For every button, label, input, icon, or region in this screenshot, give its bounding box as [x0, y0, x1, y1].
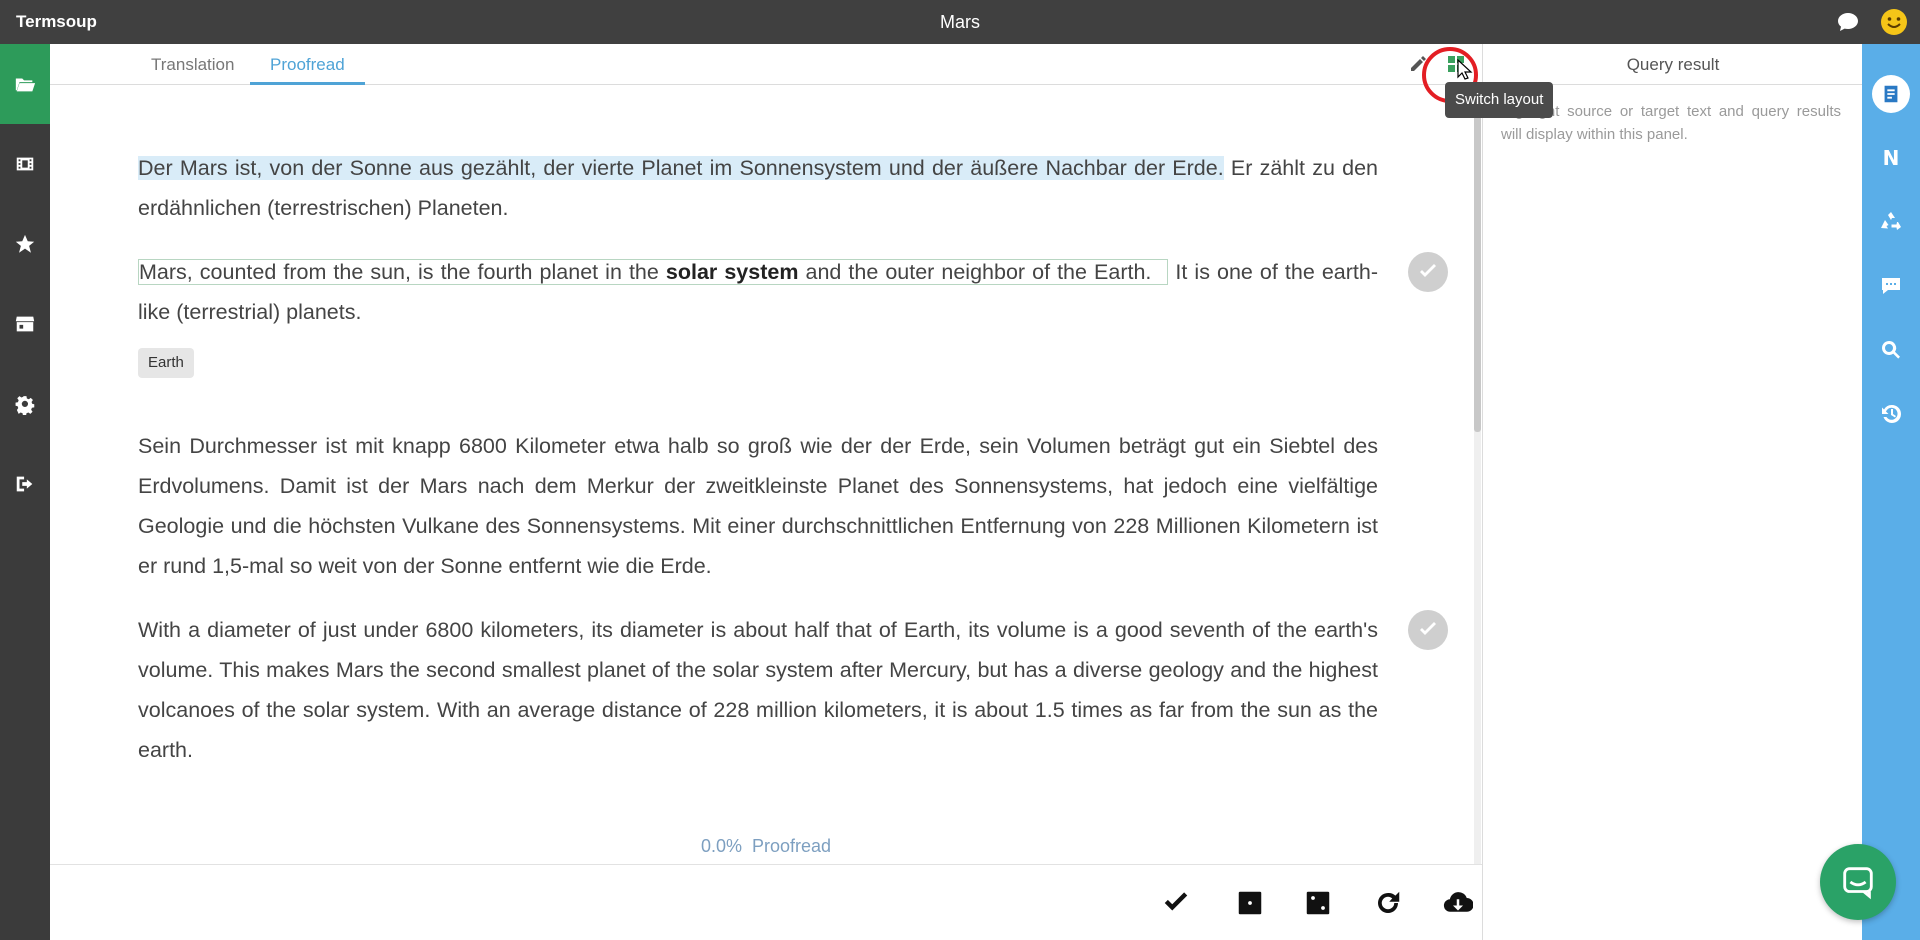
film-icon	[16, 157, 34, 171]
scrollbar-thumb[interactable]	[1474, 102, 1481, 432]
segment-1-target-text-a: Mars, counted from the sun, is the fourt…	[139, 260, 666, 284]
square-dot-icon	[1238, 891, 1262, 915]
switch-layout-tooltip: Switch layout	[1445, 82, 1554, 118]
support-chat-button[interactable]	[1820, 844, 1896, 920]
confirm-all-button[interactable]	[1160, 887, 1192, 919]
progress-percent: 0.0%	[700, 836, 742, 856]
term-tag[interactable]: Earth	[138, 348, 194, 378]
download-button[interactable]	[1442, 887, 1474, 919]
segment-2-source[interactable]: Sein Durchmesser ist mit knapp 6800 Kilo…	[138, 426, 1378, 590]
tab-proofread[interactable]: Proofread	[250, 44, 365, 85]
progress-label: Proofread	[751, 836, 832, 856]
n-letter-icon: N	[1882, 146, 1900, 170]
right-sidebar-notes[interactable]	[1862, 62, 1920, 126]
app-name: Termsoup	[16, 12, 97, 31]
confirm-segment-2-button[interactable]	[1408, 610, 1448, 650]
segment-1-source[interactable]: Der Mars ist, von der Sonne aus gezählt,…	[138, 148, 1378, 230]
progress-indicator: 0.0% Proofread	[50, 836, 1482, 860]
chat-icon[interactable]	[1836, 10, 1860, 34]
star-icon	[15, 234, 35, 253]
check-icon	[1420, 264, 1436, 277]
sidebar-item-documents[interactable]	[0, 44, 50, 124]
sidebar-item-settings[interactable]	[0, 364, 50, 444]
history-icon	[1882, 404, 1901, 423]
tab-translation[interactable]: Translation	[131, 44, 254, 85]
bottom-toolbar	[50, 864, 1482, 940]
segment-1-target[interactable]: Mars, counted from the sun, is the fourt…	[138, 252, 1378, 334]
cloud-download-icon	[1443, 892, 1473, 912]
sidebar-item-logout[interactable]	[0, 444, 50, 524]
check-icon	[1420, 622, 1436, 635]
segment-1-source-highlight: Der Mars ist, von der Sonne aus gezählt,…	[138, 156, 1224, 180]
query-result-title: Query result	[1483, 44, 1863, 85]
gear-icon	[15, 396, 35, 415]
folder-open-icon	[15, 78, 36, 92]
segment-1-target-text-b: and the outer neighbor of the Earth.	[798, 260, 1152, 284]
main-pane: Translation Proofread Switch layout Der …	[50, 44, 1554, 940]
search-icon	[1882, 340, 1900, 359]
mouse-cursor-icon	[1457, 59, 1473, 80]
dice-two-button[interactable]	[1302, 887, 1334, 919]
segment-list: Der Mars ist, von der Sonne aus gezählt,…	[50, 86, 1482, 856]
confirm-segment-1-button[interactable]	[1408, 252, 1448, 292]
right-sidebar-history[interactable]	[1862, 382, 1920, 446]
comment-icon	[1882, 278, 1900, 294]
tab-bar: Translation Proofread Switch layout	[50, 44, 1554, 118]
sidebar-item-favorites[interactable]	[0, 204, 50, 284]
segment-1-target-editor[interactable]: Mars, counted from the sun, is the fourt…	[138, 259, 1169, 285]
left-sidebar	[0, 44, 50, 940]
top-bar: Termsoup Mars	[0, 0, 1920, 44]
dice-one-button[interactable]	[1234, 887, 1266, 919]
right-sidebar-search[interactable]	[1862, 318, 1920, 382]
check-icon	[1164, 892, 1188, 911]
right-sidebar-n[interactable]: N	[1862, 126, 1920, 190]
store-icon	[15, 316, 35, 332]
user-avatar-smile-icon[interactable]	[1880, 8, 1908, 36]
right-sidebar: N	[1862, 44, 1920, 940]
notes-icon	[1884, 85, 1898, 103]
chat-bubble-icon	[1843, 867, 1873, 900]
query-result-panel: Query result Highlight source or target …	[1482, 44, 1863, 940]
document-title: Mars	[940, 12, 980, 32]
redo-icon	[1378, 891, 1400, 913]
redo-button[interactable]	[1372, 887, 1404, 919]
dice-two-icon	[1306, 891, 1330, 915]
sidebar-item-media[interactable]	[0, 124, 50, 204]
right-sidebar-recycle[interactable]	[1862, 190, 1920, 254]
sidebar-item-store[interactable]	[0, 284, 50, 364]
segment-2-target[interactable]: With a diameter of just under 6800 kilom…	[138, 610, 1378, 774]
glossary-term-solar-system: solar system	[665, 260, 799, 284]
sign-out-icon	[16, 476, 33, 492]
right-sidebar-comments[interactable]	[1862, 254, 1920, 318]
recycle-icon	[1881, 212, 1901, 230]
